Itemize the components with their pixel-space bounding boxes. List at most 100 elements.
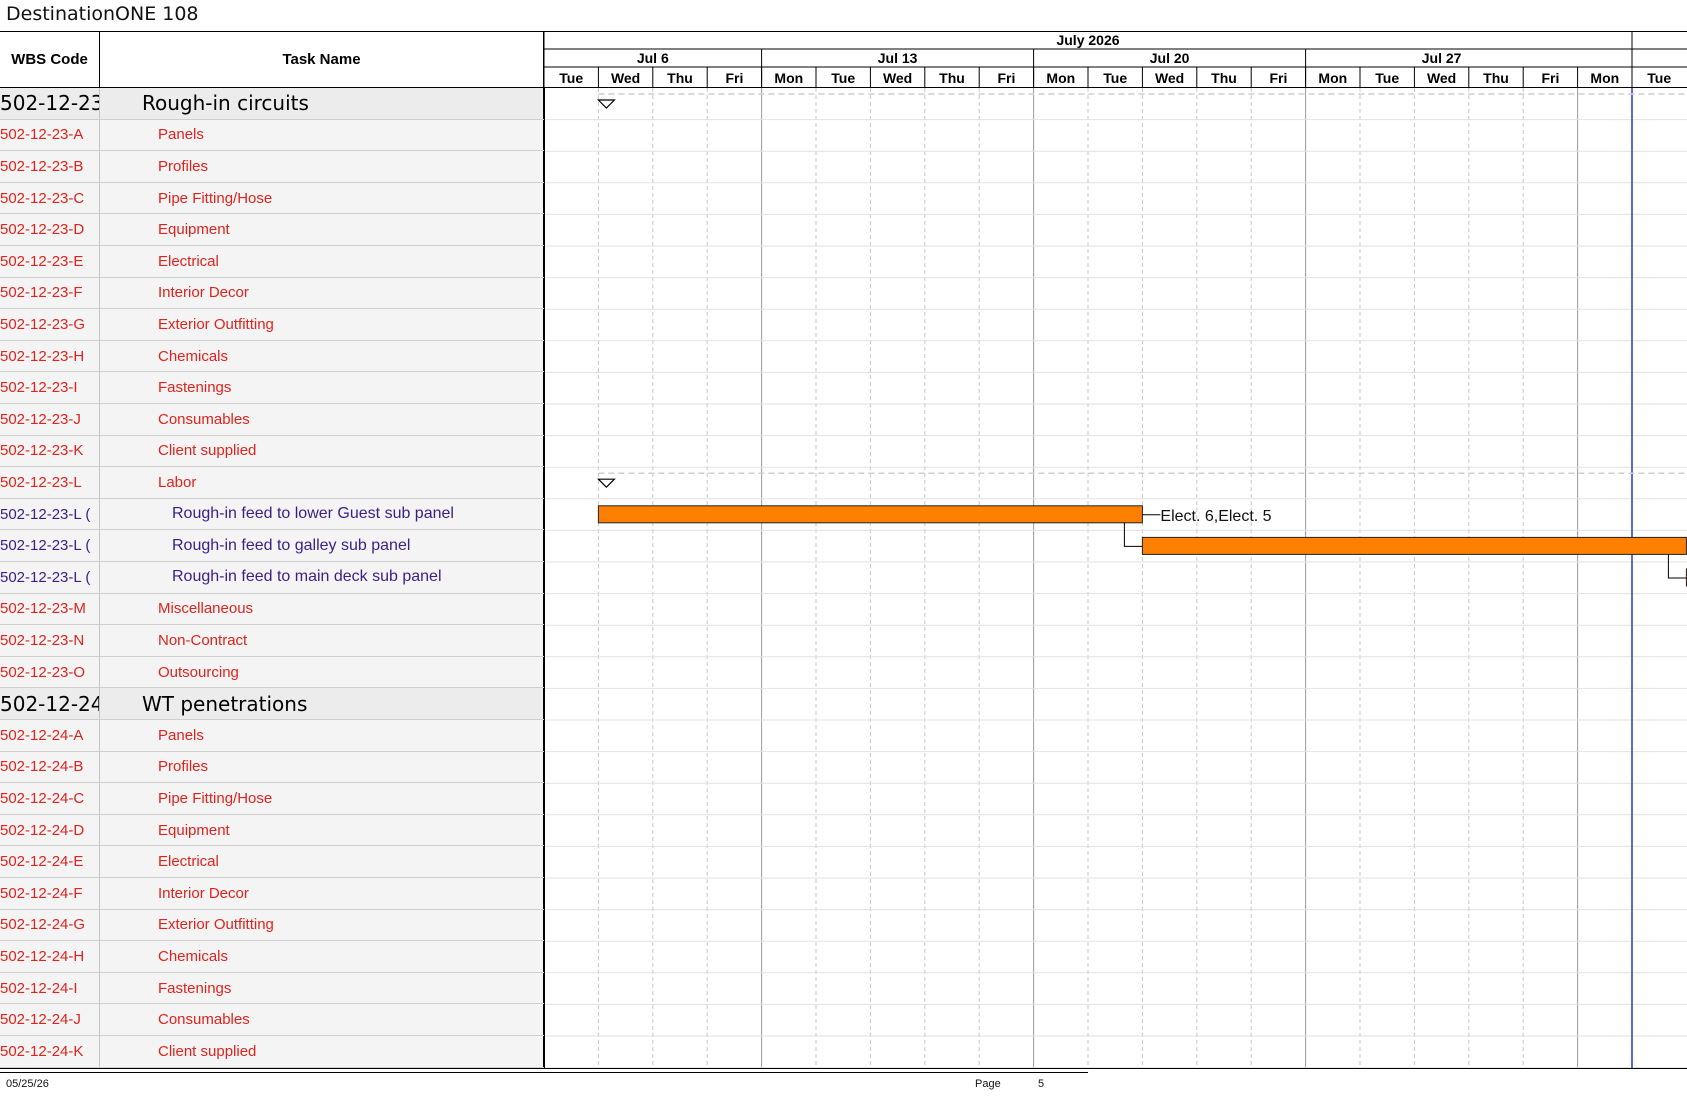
table-row[interactable]: 502-12-23-L (Rough-in feed to galley sub… (0, 530, 544, 562)
table-row[interactable]: 502-12-23-K Client supplied (0, 435, 544, 468)
task-name-cell[interactable]: Outsourcing (100, 656, 544, 688)
day-label: Thu (1211, 70, 1237, 86)
wbs-code-cell[interactable]: 502-12-24-K (0, 1036, 100, 1067)
table-row[interactable]: 502-12-23-O Outsourcing (0, 656, 544, 689)
wbs-code-cell[interactable]: 502-12-23 (0, 88, 100, 119)
table-row[interactable]: 502-12-23-D Equipment (0, 214, 544, 246)
task-name-cell[interactable]: Chemicals (100, 941, 544, 972)
wbs-code-cell[interactable]: 502-12-23-H (0, 340, 100, 372)
wbs-code-cell[interactable]: 502-12-23-L (0, 467, 100, 498)
table-row[interactable]: 502-12-23-I Fastenings (0, 372, 544, 404)
task-name-cell[interactable]: Electrical (100, 246, 544, 277)
table-row[interactable]: 502-12-23-G Exterior Outfitting (0, 309, 544, 341)
day-label: Thu (939, 70, 965, 86)
table-row[interactable]: 502-12-23-H Chemicals (0, 340, 544, 373)
wbs-code-cell[interactable]: 502-12-24-B (0, 751, 100, 783)
wbs-code-cell[interactable]: 502-12-24 (0, 688, 100, 719)
wbs-code-cell[interactable]: 502-12-23-A (0, 119, 100, 151)
task-name-cell[interactable]: Rough-in feed to galley sub panel (100, 530, 544, 561)
task-name-cell[interactable]: Exterior Outfitting (100, 909, 544, 941)
task-name-cell[interactable]: Consumables (100, 404, 544, 435)
table-row[interactable]: 502-12-23-F Interior Decor (0, 277, 544, 310)
task-name-cell[interactable]: Rough-in feed to main deck sub panel (100, 562, 544, 593)
task-name-cell[interactable]: Fastenings (100, 972, 544, 1004)
task-name-cell[interactable]: Client supplied (100, 435, 544, 467)
wbs-code-cell[interactable]: 502-12-24-I (0, 972, 100, 1004)
wbs-code-cell[interactable]: 502-12-23-N (0, 625, 100, 656)
wbs-code-cell[interactable]: 502-12-23-E (0, 246, 100, 277)
wbs-code-cell[interactable]: 502-12-24-H (0, 941, 100, 972)
task-name-cell[interactable]: Electrical (100, 846, 544, 877)
task-name-cell[interactable]: Interior Decor (100, 878, 544, 909)
wbs-code-cell[interactable]: 502-12-23-C (0, 182, 100, 214)
wbs-code-cell[interactable]: 502-12-24-E (0, 846, 100, 877)
wbs-code-cell[interactable]: 502-12-24-J (0, 1004, 100, 1035)
task-name-cell[interactable]: Fastenings (100, 372, 544, 403)
task-name-cell[interactable]: Equipment (100, 214, 544, 245)
task-name-cell[interactable]: WT penetrations (100, 688, 544, 719)
wbs-code-cell[interactable]: 502-12-24-C (0, 783, 100, 814)
wbs-code-cell[interactable]: 502-12-23-F (0, 277, 100, 309)
table-row[interactable]: 502-12-23-L (Rough-in feed to main deck … (0, 562, 544, 594)
wbs-code-cell[interactable]: 502-12-23-L ( (0, 498, 100, 530)
collapse-triangle-icon (596, 99, 616, 109)
wbs-code-cell[interactable]: 502-12-23-L ( (0, 562, 100, 593)
task-name-cell[interactable]: Miscellaneous (100, 593, 544, 625)
task-bar (1141, 536, 1687, 555)
table-row[interactable]: 502-12-24-J Consumables (0, 1004, 544, 1036)
column-header-task[interactable]: Task Name (100, 32, 544, 88)
task-name-cell[interactable]: Labor (100, 467, 544, 498)
wbs-code-cell[interactable]: 502-12-24-G (0, 909, 100, 941)
task-name-cell[interactable]: Client supplied (100, 1036, 544, 1067)
table-row[interactable]: 502-12-23-C Pipe Fitting/Hose (0, 182, 544, 215)
task-name-cell[interactable]: Profiles (100, 751, 544, 783)
table-row[interactable]: 502-12-24-E Electrical (0, 846, 544, 878)
table-row[interactable]: 502-12-24-K Client supplied (0, 1036, 544, 1068)
wbs-code-cell[interactable]: 502-12-23-B (0, 151, 100, 182)
task-name-cell[interactable]: Consumables (100, 1004, 544, 1035)
wbs-code-cell[interactable]: 502-12-24-F (0, 878, 100, 909)
task-name-cell[interactable]: Chemicals (100, 340, 544, 372)
table-row[interactable]: 502-12-23-M Miscellaneous (0, 593, 544, 626)
task-name-cell[interactable]: Pipe Fitting/Hose (100, 783, 544, 814)
table-row[interactable]: 502-12-23-L (Rough-in feed to lower Gues… (0, 498, 544, 531)
table-row[interactable]: 502-12-24-A Panels (0, 720, 544, 752)
wbs-code-cell[interactable]: 502-12-24-A (0, 720, 100, 751)
table-row[interactable]: 502-12-24-B Profiles (0, 751, 544, 784)
table-row[interactable]: 502-12-24-F Interior Decor (0, 878, 544, 910)
wbs-code-cell[interactable]: 502-12-23-L ( (0, 530, 100, 561)
table-row[interactable]: 502-12-23 Rough-in circuits (0, 88, 544, 120)
table-row[interactable]: 502-12-24-I Fastenings (0, 972, 544, 1005)
table-row[interactable]: 502-12-23-A Panels (0, 119, 544, 152)
task-name-cell[interactable]: Profiles (100, 151, 544, 182)
task-name-cell[interactable]: Rough-in feed to lower Guest sub panel (100, 498, 544, 530)
table-row[interactable]: 502-12-24-G Exterior Outfitting (0, 909, 544, 942)
task-name-cell[interactable]: Exterior Outfitting (100, 309, 544, 340)
table-row[interactable]: 502-12-23-J Consumables (0, 404, 544, 436)
wbs-code-cell[interactable]: 502-12-24-D (0, 814, 100, 846)
table-row[interactable]: 502-12-23-N Non-Contract (0, 625, 544, 657)
wbs-code-cell[interactable]: 502-12-23-D (0, 214, 100, 245)
task-name-cell[interactable]: Non-Contract (100, 625, 544, 656)
task-name-cell[interactable]: Pipe Fitting/Hose (100, 182, 544, 214)
task-bar (597, 505, 1143, 524)
table-row[interactable]: 502-12-24 WT penetrations (0, 688, 544, 720)
task-name-cell[interactable]: Panels (100, 119, 544, 151)
wbs-code-cell[interactable]: 502-12-23-I (0, 372, 100, 403)
wbs-code-cell[interactable]: 502-12-23-M (0, 593, 100, 625)
wbs-code-cell[interactable]: 502-12-23-G (0, 309, 100, 340)
table-row[interactable]: 502-12-24-H Chemicals (0, 941, 544, 973)
table-row[interactable]: 502-12-23-E Electrical (0, 246, 544, 278)
table-row[interactable]: 502-12-24-D Equipment (0, 814, 544, 847)
table-row[interactable]: 502-12-23-L Labor (0, 467, 544, 499)
table-row[interactable]: 502-12-23-B Profiles (0, 151, 544, 183)
task-name-cell[interactable]: Equipment (100, 814, 544, 846)
task-name-cell[interactable]: Panels (100, 720, 544, 751)
wbs-code-cell[interactable]: 502-12-23-J (0, 404, 100, 435)
task-name-cell[interactable]: Rough-in circuits (100, 88, 544, 119)
task-name-cell[interactable]: Interior Decor (100, 277, 544, 309)
column-header-wbs[interactable]: WBS Code (0, 32, 100, 88)
table-row[interactable]: 502-12-24-C Pipe Fitting/Hose (0, 783, 544, 815)
wbs-code-cell[interactable]: 502-12-23-K (0, 435, 100, 467)
wbs-code-cell[interactable]: 502-12-23-O (0, 656, 100, 688)
